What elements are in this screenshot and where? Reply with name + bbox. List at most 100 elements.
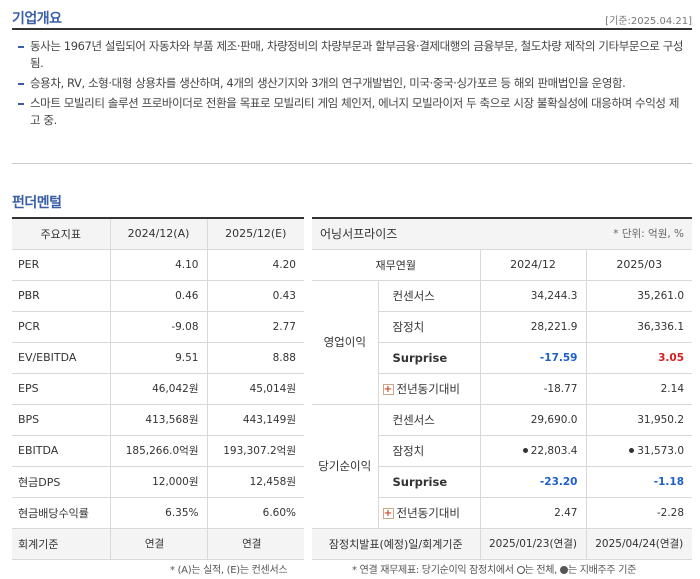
- row-label-text: Surprise: [392, 350, 448, 365]
- row-label-text: Surprise: [392, 474, 448, 489]
- value-2025-03: 3.05: [585, 342, 693, 374]
- value-2025-03: 35,261.0: [585, 280, 693, 312]
- row-label: 잠정치: [377, 311, 480, 343]
- consolidated-dot-icon: [522, 448, 528, 453]
- value-text: 31,950.2: [637, 413, 685, 426]
- indicator-label: PER: [12, 249, 110, 281]
- fundamental-title: 펀더멘털: [12, 195, 62, 211]
- row-label[interactable]: + 전년동기대비: [377, 373, 480, 405]
- fundamental-header: 펀더멘털: [12, 188, 692, 212]
- overview-date: [기준:2025.04.21]: [605, 16, 692, 27]
- row-label-text: 컨센서스: [392, 288, 435, 303]
- value-2025-03: -2.28: [585, 497, 693, 529]
- value-2025: 8.88: [206, 342, 304, 374]
- group-label: 영업이익: [312, 280, 378, 405]
- value-2024-12: -18.77: [479, 373, 586, 405]
- value-2024: 연결: [109, 528, 207, 560]
- value-text: 34,244.3: [530, 289, 578, 302]
- value-text: -18.77: [543, 382, 578, 395]
- value-text: 2.47: [554, 506, 578, 519]
- value-2025: 443,149원: [206, 404, 304, 436]
- value-text: -17.59: [539, 351, 578, 364]
- value-text: 35,261.0: [637, 289, 685, 302]
- expand-plus-icon[interactable]: +: [382, 507, 394, 519]
- period-label: 재무연월: [312, 249, 480, 281]
- row-label[interactable]: + 전년동기대비: [377, 497, 480, 529]
- value-text: 36,336.1: [637, 320, 685, 333]
- fundamental-row: 현금DPS 12,000원 12,458원: [12, 466, 304, 498]
- value-2024: 185,266.0억원: [109, 435, 207, 467]
- indicator-label: BPS: [12, 404, 110, 436]
- row-label-text: 컨센서스: [392, 412, 435, 427]
- footnote-part-c: 는 지배주주 기준: [567, 565, 636, 576]
- header-indicator: 주요지표: [12, 217, 110, 250]
- earnings-title: 어닝서프라이즈: [312, 217, 480, 250]
- row-label: 컨센서스: [377, 404, 480, 436]
- value-text: 31,573.0: [637, 444, 685, 457]
- period-2024-12: 2024/12: [479, 249, 586, 281]
- row-label: 컨센서스: [377, 280, 480, 312]
- fundamental-row: 현금배당수익률 6.35% 6.60%: [12, 497, 304, 529]
- fundamental-row: PCR -9.08 2.77: [12, 311, 304, 343]
- row-label: Surprise: [377, 466, 480, 498]
- value-2025-03: 36,336.1: [585, 311, 693, 343]
- footnote-part-a: * 연결 재무제표: 당기순이익 잠정치에서: [352, 565, 514, 576]
- value-2024-12: 28,221.9: [479, 311, 586, 343]
- indicator-label: 회계기준: [12, 528, 110, 560]
- fundamental-row: EBITDA 185,266.0억원 193,307.2억원: [12, 435, 304, 467]
- consolidated-dot-icon: [629, 448, 635, 453]
- value-text: 29,690.0: [530, 413, 578, 426]
- value-2025-03: -1.18: [585, 466, 693, 498]
- filled-circle-icon: [559, 566, 568, 574]
- header-2024: 2024/12(A): [109, 217, 207, 250]
- header-2025: 2025/12(E): [206, 217, 304, 250]
- fundamental-row: 회계기준 연결 연결: [12, 528, 304, 560]
- value-2025: 6.60%: [206, 497, 304, 529]
- row-label: Surprise: [377, 342, 480, 374]
- value-2024: 4.10: [109, 249, 207, 281]
- row-label-text: 전년동기대비: [396, 381, 460, 396]
- value-2025: 4.20: [206, 249, 304, 281]
- expand-plus-icon[interactable]: +: [382, 383, 394, 395]
- value-text: 3.05: [658, 351, 685, 364]
- indicator-label: EV/EBITDA: [12, 342, 110, 374]
- value-2025-03: 31,573.0: [585, 435, 693, 467]
- row-label-text: 잠정치: [392, 319, 425, 334]
- overview-list: 동사는 1967년 설립되어 자동차와 부품 제조·판매, 차량정비의 차량부문…: [12, 36, 692, 164]
- value-2024-12: 22,803.4: [479, 435, 586, 467]
- earnings-row: 당기순이익 컨센서스 29,690.0 31,950.2: [312, 404, 693, 529]
- value-text: -2.28: [656, 506, 685, 519]
- fundamental-row: EPS 46,042원 45,014원: [12, 373, 304, 405]
- value-text: -23.20: [539, 475, 578, 488]
- footnote-part-b: 는 전체,: [524, 565, 558, 576]
- overview-item: 동사는 1967년 설립되어 자동차와 부품 제조·판매, 차량정비의 차량부문…: [12, 38, 692, 72]
- value-2025-03: 31,950.2: [585, 404, 693, 436]
- value-2025: 193,307.2억원: [206, 435, 304, 467]
- overview-header: 기업개요 [기준:2025.04.21]: [12, 4, 692, 30]
- group-label: 당기순이익: [312, 404, 378, 529]
- value-2025: 45,014원: [206, 373, 304, 405]
- value-2024: 6.35%: [109, 497, 207, 529]
- overview-item: 승용차, RV, 소형·대형 상용차를 생산하며, 4개의 생산기지와 3개의 …: [12, 75, 692, 92]
- period-2025-03: 2025/03: [585, 249, 693, 281]
- indicator-label: 현금배당수익률: [12, 497, 110, 529]
- earnings-row: 영업이익 컨센서스 34,244.3 35,261.0: [312, 280, 693, 405]
- value-2024-12: 34,244.3: [479, 280, 586, 312]
- value-2024: -9.08: [109, 311, 207, 343]
- value-2024-12: -17.59: [479, 342, 586, 374]
- value-text: -1.18: [653, 475, 685, 488]
- release-date-2: 2025/04/24(연결): [585, 528, 693, 560]
- overview-title: 기업개요: [12, 11, 62, 27]
- release-date-label: 잠정치발표(예정)일/회계기준: [312, 528, 480, 560]
- indicator-label: EBITDA: [12, 435, 110, 467]
- release-date-1: 2025/01/23(연결): [479, 528, 586, 560]
- indicator-label: PCR: [12, 311, 110, 343]
- fundamental-row: EV/EBITDA 9.51 8.88: [12, 342, 304, 374]
- fundamental-footnote: * (A)는 실적, (E)는 컨센서스: [170, 565, 288, 576]
- row-label-text: 잠정치: [392, 443, 425, 458]
- fundamental-row: PBR 0.46 0.43: [12, 280, 304, 312]
- indicator-label: 현금DPS: [12, 466, 110, 498]
- value-2025: 2.77: [206, 311, 304, 343]
- row-label-text: 전년동기대비: [396, 505, 460, 520]
- value-text: 22,803.4: [530, 444, 578, 457]
